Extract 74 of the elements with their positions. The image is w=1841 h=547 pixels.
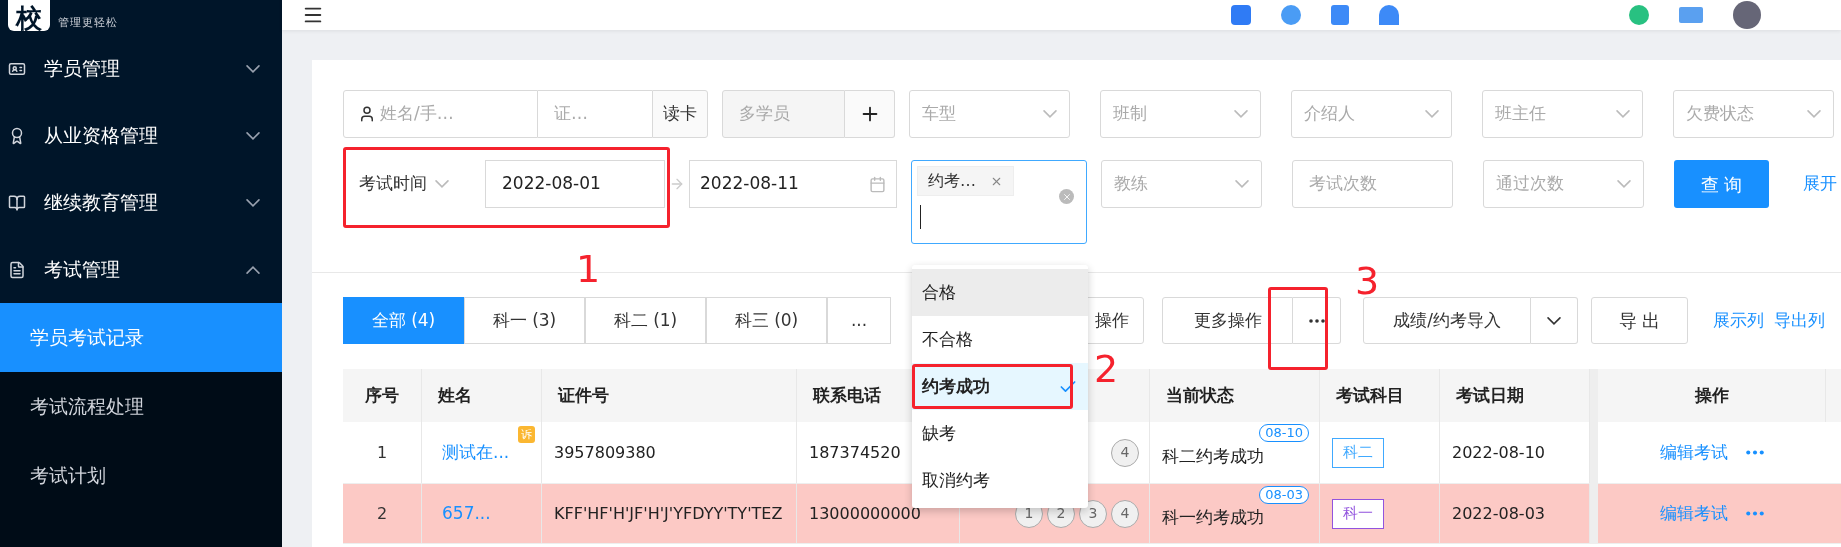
read-card-button[interactable]: 读卡	[652, 90, 708, 138]
sidebar-group[interactable]: 继续教育管理	[0, 169, 282, 236]
chevron-icon	[1807, 110, 1821, 118]
table-cell: 3957809380	[554, 441, 656, 464]
filter-tab[interactable]: 科三 (0)	[706, 297, 827, 344]
annotation-number: 1	[576, 250, 601, 288]
date-badge: 08-03	[1259, 486, 1309, 504]
table-cell-text: 13000000000	[809, 502, 921, 525]
filter-tab[interactable]: 科二 (1)	[585, 297, 706, 344]
column-header: 考试日期	[1456, 383, 1524, 407]
subject-tag: 科二	[1332, 437, 1384, 468]
chevron-icon	[1234, 110, 1248, 118]
more-button[interactable]	[1293, 297, 1341, 344]
chevron-icon	[1547, 316, 1561, 325]
chevron-icon	[1425, 110, 1439, 118]
column-header: 联系电话	[813, 383, 881, 407]
table-cell-text: 187374520	[809, 441, 901, 464]
avatar[interactable]	[1733, 1, 1761, 29]
export-button[interactable]: 导 出	[1591, 297, 1688, 344]
app-icon[interactable]	[1379, 5, 1399, 25]
chevron-icon	[1235, 180, 1249, 188]
chevron-icon	[1617, 180, 1631, 188]
column-header: 序号	[365, 383, 399, 407]
column-header: 操作	[1694, 383, 1729, 407]
annotation-number: 3	[1355, 262, 1380, 300]
table-cell-text: 科一约考成功	[1162, 505, 1264, 529]
import-button[interactable]: 成绩/约考导入	[1363, 297, 1531, 344]
table-cell: KFF'HF'H'JF'H'J'YFDYY'TY'TEZ	[554, 502, 783, 525]
end-date-field[interactable]: 2022-08-11	[689, 160, 897, 208]
more-actions-button[interactable]: 更多操作	[1162, 297, 1293, 344]
sidebar-group[interactable]: 学员管理	[0, 35, 282, 102]
table-cell-text: 2	[376, 502, 388, 525]
subject-tag: 科一	[1332, 498, 1384, 529]
dropdown-option[interactable]: 不合格	[912, 316, 1088, 363]
add-button[interactable]	[845, 90, 895, 138]
filter-tab[interactable]: 科一 (3)	[464, 297, 585, 344]
sidebar-group[interactable]: 从业资格管理	[0, 102, 282, 169]
dropdown-option[interactable]: 缺考	[912, 410, 1088, 457]
user-icon	[358, 105, 376, 123]
column-header: 当前状态	[1166, 383, 1234, 407]
chevron-icon	[435, 180, 449, 188]
app-icon[interactable]	[1281, 5, 1301, 25]
column-header: 证件号	[558, 383, 609, 407]
more-icon	[1308, 318, 1325, 323]
annotation-number: 2	[1094, 350, 1119, 388]
filter-tab[interactable]: ...	[827, 297, 891, 344]
chevron-icon	[1043, 110, 1057, 118]
chevron-icon	[1616, 110, 1630, 118]
status-icon	[1629, 5, 1649, 25]
text-cursor	[920, 205, 921, 229]
logo-mark: 校	[8, 0, 50, 31]
more-icon[interactable]	[1746, 511, 1764, 516]
dropdown-option[interactable]: 合格	[912, 269, 1088, 316]
more-icon[interactable]	[1746, 450, 1764, 455]
logo-tagline: 管理更轻松	[58, 14, 118, 31]
column-header: 姓名	[438, 383, 472, 407]
table-cell-text: 1	[376, 441, 388, 464]
date-type-select[interactable]: 考试时间	[343, 160, 485, 208]
selected-tag: 约考…	[917, 166, 1014, 196]
complaint-badge: 诉	[518, 426, 535, 443]
menu-item-icon	[8, 193, 26, 212]
menu-item-icon	[8, 260, 26, 279]
date-badge: 08-10	[1259, 424, 1309, 442]
table-cell-text: 2022-08-03	[1452, 502, 1545, 525]
app-icon[interactable]	[1231, 5, 1251, 25]
column-header: 考试科目	[1336, 383, 1404, 407]
table-cell-text: 2022-08-10	[1452, 441, 1545, 464]
dropdown-option[interactable]: 取消约考	[912, 457, 1088, 504]
table-cell-text: 科二约考成功	[1162, 444, 1264, 468]
status-multi-select[interactable]: 约考…	[911, 160, 1087, 244]
start-date-field[interactable]: 2022-08-01	[485, 160, 665, 208]
clear-icon[interactable]	[1059, 189, 1074, 204]
sidebar-group[interactable]: 考试管理	[0, 236, 282, 303]
calendar-icon	[869, 175, 886, 193]
